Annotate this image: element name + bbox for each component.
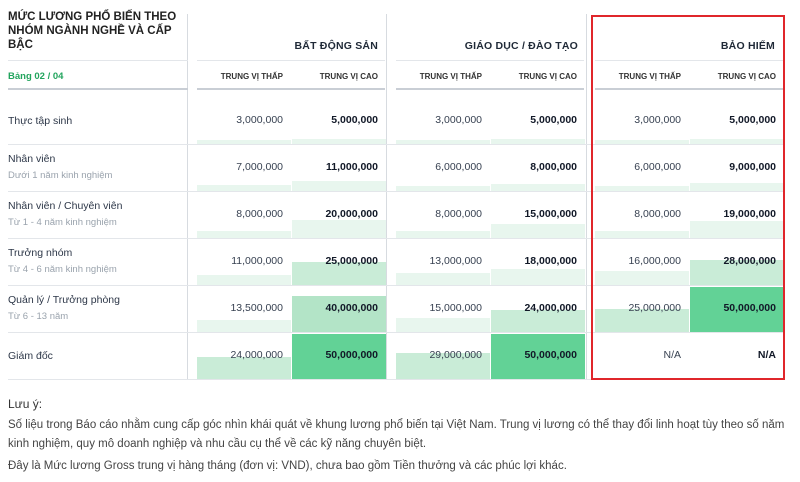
low-median-value: 11,000,000: [231, 255, 283, 267]
high-median-value: 24,000,000: [524, 302, 577, 314]
header-bottom-divider: [197, 88, 385, 90]
group-separator: [187, 14, 188, 380]
value-bar: [197, 320, 291, 332]
low-median-value: 8,000,000: [236, 208, 283, 220]
high-median-value: 5,000,000: [331, 114, 378, 126]
high-median-value: 40,000,000: [325, 302, 378, 314]
row-label: Trưởng nhóm: [8, 247, 73, 259]
value-bar: [292, 220, 386, 238]
low-median-value: 7,000,000: [236, 161, 283, 173]
low-median-value: 13,500,000: [230, 302, 283, 314]
row-sublabel: Từ 4 - 6 năm kinh nghiệm: [8, 264, 117, 275]
group-separator: [586, 14, 587, 380]
high-median-value: 50,000,000: [325, 349, 378, 361]
insurance-highlight-box: [591, 15, 785, 380]
value-bar: [491, 139, 585, 144]
low-median-value: 29,000,000: [429, 349, 482, 361]
value-bar: [197, 140, 291, 144]
high-median-value: 15,000,000: [524, 208, 577, 220]
value-bar: [396, 231, 490, 238]
high-median-header: TRUNG VỊ CAO: [518, 72, 577, 81]
row-label: Nhân viên / Chuyên viên: [8, 200, 123, 212]
value-bar: [197, 185, 291, 191]
low-median-value: 8,000,000: [435, 208, 482, 220]
row-sublabel: Dưới 1 năm kinh nghiệm: [8, 170, 113, 181]
row-sublabel: Từ 6 - 13 năm: [8, 311, 69, 322]
value-bar: [396, 318, 490, 332]
low-median-value: 13,000,000: [429, 255, 482, 267]
row-label: Thực tập sinh: [8, 115, 73, 127]
value-bar: [292, 181, 386, 191]
value-bar: [396, 186, 490, 191]
high-median-header: TRUNG VỊ CAO: [319, 72, 378, 81]
low-median-header: TRUNG VỊ THẤP: [419, 72, 482, 81]
row-label: Quản lý / Trưởng phòng: [8, 294, 120, 306]
value-bar: [491, 269, 585, 285]
salary-table-page: MỨC LƯƠNG PHỔ BIẾN THEO NHÓM NGÀNH NGHỀ …: [0, 0, 800, 482]
low-median-value: 3,000,000: [435, 114, 482, 126]
header-divider: [396, 60, 584, 61]
group-separator: [386, 14, 387, 380]
note-line-1: Số liệu trong Báo cáo nhằm cung cấp góc …: [8, 419, 785, 450]
note-line-2: Đây là Mức lương Gross trung vị hàng thá…: [8, 460, 567, 472]
high-median-value: 25,000,000: [325, 255, 378, 267]
value-bar: [292, 139, 386, 144]
table-subtitle: Bảng 02 / 04: [8, 71, 64, 82]
high-median-value: 20,000,000: [325, 208, 378, 220]
value-bar: [396, 140, 490, 144]
notes-title: Lưu ý:: [8, 397, 43, 411]
value-bar: [197, 231, 291, 238]
group-header: GIÁO DỤC / ĐÀO TẠO: [464, 40, 578, 52]
high-median-value: 11,000,000: [326, 161, 378, 173]
low-median-value: 3,000,000: [236, 114, 283, 126]
value-bar: [197, 275, 291, 285]
low-median-value: 6,000,000: [435, 161, 482, 173]
low-median-header: TRUNG VỊ THẤP: [220, 72, 283, 81]
header-divider: [197, 60, 385, 61]
high-median-value: 5,000,000: [530, 114, 577, 126]
value-bar: [396, 273, 490, 285]
high-median-value: 8,000,000: [530, 161, 577, 173]
high-median-value: 18,000,000: [524, 255, 577, 267]
header-divider: [8, 60, 188, 61]
low-median-value: 15,000,000: [429, 302, 482, 314]
row-sublabel: Từ 1 - 4 năm kinh nghiệm: [8, 217, 117, 228]
header-bottom-divider: [8, 88, 188, 90]
value-bar: [491, 224, 585, 238]
value-bar: [491, 184, 585, 191]
row-label: Giám đốc: [8, 350, 53, 362]
row-label: Nhân viên: [8, 153, 56, 165]
table-title: MỨC LƯƠNG PHỔ BIẾN THEO NHÓM NGÀNH NGHỀ …: [8, 11, 177, 51]
high-median-value: 50,000,000: [524, 349, 577, 361]
header-bottom-divider: [396, 88, 584, 90]
group-header: BẤT ĐỘNG SẢN: [294, 40, 378, 52]
low-median-value: 24,000,000: [230, 349, 283, 361]
